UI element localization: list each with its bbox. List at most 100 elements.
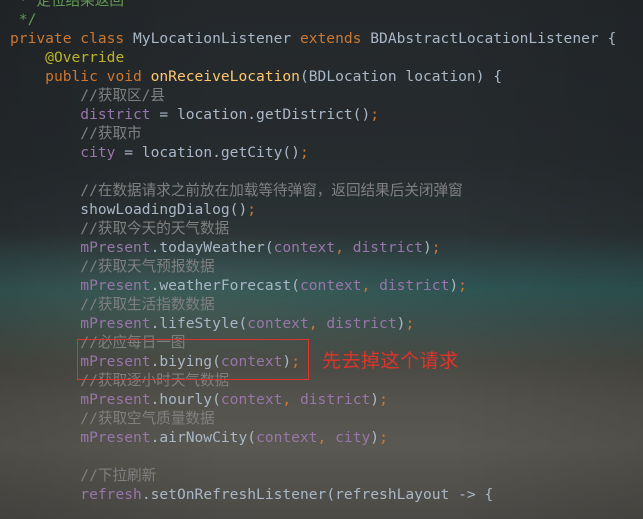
code-token: mPresent <box>80 429 151 446</box>
code-token: * 定位结果返回 <box>10 0 124 9</box>
code-token: = location.getDistrict() <box>150 106 371 123</box>
code-line[interactable]: @Override <box>10 48 616 67</box>
code-line[interactable]: district = location.getDistrict(); <box>10 105 616 124</box>
code-line[interactable]: city = location.getCity(); <box>10 143 616 162</box>
code-line[interactable]: //获取天气预报数据 <box>10 257 616 276</box>
code-line[interactable]: mPresent.hourly(context, district); <box>10 390 616 409</box>
code-token: (BDLocation location) { <box>299 68 503 85</box>
code-token: , <box>335 239 353 256</box>
code-token: BDAbstractLocationListener { <box>370 30 617 47</box>
code-token: extends <box>299 30 371 47</box>
code-token: city <box>80 144 116 161</box>
code-line[interactable]: //获取生活指数数据 <box>10 295 616 314</box>
code-token: , <box>282 391 300 408</box>
code-token: ) <box>423 239 432 256</box>
code-editor[interactable]: * 定位结果返回 */private class MyLocationListe… <box>0 0 643 519</box>
code-token: //下拉刷新 <box>80 467 157 484</box>
code-token: .weatherForecast( <box>150 277 300 294</box>
code-line[interactable]: //获取今天的天气数据 <box>10 219 616 238</box>
code-token: ) <box>370 429 380 446</box>
code-token: ; <box>379 429 388 446</box>
code-line[interactable]: showLoadingDialog(); <box>10 200 616 219</box>
code-token: ; <box>247 201 257 218</box>
code-token: private class <box>10 30 134 47</box>
code-token: .airNowCity( <box>150 429 257 446</box>
code-token: //获取空气质量数据 <box>80 410 215 427</box>
highlight-box <box>77 339 309 380</box>
code-line[interactable]: mPresent.todayWeather(context, district)… <box>10 238 616 257</box>
code-token: mPresent <box>80 315 151 332</box>
code-token: district <box>352 239 423 256</box>
code-token: refresh <box>80 486 142 503</box>
code-line[interactable]: * 定位结果返回 <box>10 0 616 10</box>
code-token: ) <box>370 391 380 408</box>
code-token: .setOnRefreshListener(refreshLayout -> { <box>141 486 494 503</box>
code-token: ; <box>379 391 388 408</box>
code-token: ; <box>431 239 441 256</box>
code-token: .lifeStyle( <box>150 315 248 332</box>
code-line[interactable] <box>10 162 616 181</box>
code-line[interactable]: */ <box>10 10 616 29</box>
code-token: mPresent <box>80 239 151 256</box>
annotation-text: 先去掉这个请求 <box>322 350 459 372</box>
code-token: ; <box>405 315 415 332</box>
code-line[interactable]: //获取市 <box>10 124 616 143</box>
code-line[interactable]: refresh.setOnRefreshListener(refreshLayo… <box>10 485 616 504</box>
code-token: , <box>308 315 327 332</box>
code-token: mPresent <box>80 277 151 294</box>
code-token: ; <box>370 106 380 123</box>
code-token: .todayWeather( <box>150 239 274 256</box>
code-token: //在数据请求之前放在加载等待弹窗，返回结果后关闭弹窗 <box>80 182 463 199</box>
code-token: //获取天气预报数据 <box>80 258 215 275</box>
code-line[interactable]: mPresent.airNowCity(context, city); <box>10 428 616 447</box>
code-token: ; <box>299 144 309 161</box>
code-block[interactable]: * 定位结果返回 */private class MyLocationListe… <box>10 0 616 504</box>
code-token: onReceiveLocation <box>150 68 300 85</box>
code-line[interactable] <box>10 447 616 466</box>
code-token: //获取区/县 <box>80 87 166 104</box>
code-token: showLoadingDialog() <box>10 201 248 218</box>
code-line[interactable]: public void onReceiveLocation(BDLocation… <box>10 67 616 86</box>
code-token: context <box>299 277 362 294</box>
code-token: = location.getCity() <box>115 144 300 161</box>
code-token: context <box>247 315 309 332</box>
code-line[interactable]: private class MyLocationListener extends… <box>10 29 616 48</box>
code-token: ; <box>458 277 467 294</box>
code-line[interactable]: mPresent.weatherForecast(context, distri… <box>10 276 616 295</box>
code-token: */ <box>10 11 37 28</box>
code-line[interactable]: //在数据请求之前放在加载等待弹窗，返回结果后关闭弹窗 <box>10 181 616 200</box>
code-token: //获取市 <box>80 125 142 142</box>
code-line[interactable]: //获取空气质量数据 <box>10 409 616 428</box>
code-token: , <box>317 429 336 446</box>
code-token: mPresent <box>80 391 151 408</box>
code-token: district <box>326 315 397 332</box>
code-token: .hourly( <box>150 391 221 408</box>
code-token: public void <box>45 68 151 85</box>
code-token: ) <box>449 277 459 294</box>
code-token: MyLocationListener <box>133 30 300 47</box>
code-token: district <box>379 277 450 294</box>
code-line[interactable]: //下拉刷新 <box>10 466 616 485</box>
code-token: context <box>273 239 336 256</box>
code-line[interactable]: mPresent.lifeStyle(context, district); <box>10 314 616 333</box>
code-token: city <box>335 429 371 446</box>
code-line[interactable]: //获取区/县 <box>10 86 616 105</box>
code-token: context <box>256 429 318 446</box>
